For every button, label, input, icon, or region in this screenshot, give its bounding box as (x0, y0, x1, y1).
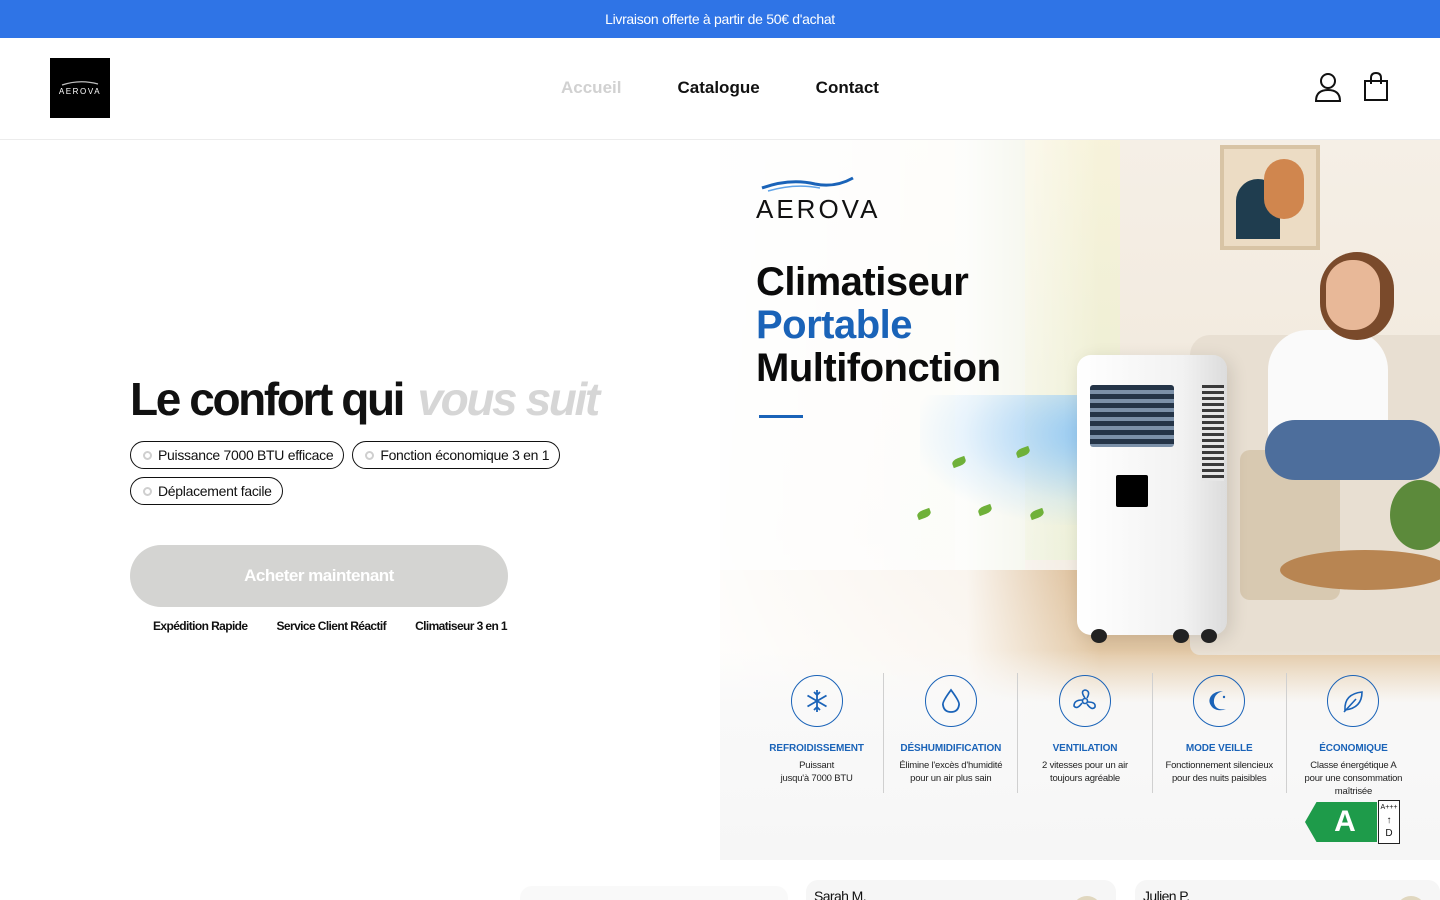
unit-vent (1090, 385, 1174, 447)
feature-pills: Puissance 7000 BTU efficace Fonction éco… (130, 441, 600, 505)
energy-scale: A+++ ↑ D (1378, 800, 1400, 844)
spec-desc: Puissant jusqu'à 7000 BTU (780, 760, 853, 784)
energy-label: A A+++ ↑ D (1305, 800, 1401, 844)
fan-icon (1059, 675, 1111, 727)
bullet-icon (143, 486, 152, 496)
cart-icon[interactable] (1362, 71, 1390, 102)
logo-swoosh-icon (61, 81, 99, 86)
hero-title-accent: vous suit (417, 373, 600, 425)
moon-icon (1193, 675, 1246, 727)
spec-desc: Fonctionnement silencieux pour des nuits … (1165, 760, 1273, 784)
trust-features: Expédition Rapide Service Client Réactif… (130, 619, 530, 633)
spec-row: REFROIDISSEMENT Puissant jusqu'à 7000 BTU… (750, 673, 1420, 797)
coffee-table (1280, 550, 1440, 590)
buy-now-button[interactable]: Acheter maintenant (130, 545, 508, 607)
person-legs (1265, 420, 1440, 480)
logo-text: AEROVA (58, 87, 102, 96)
spec-desc: Élimine l'excès d'humidité pour un air pl… (899, 760, 1003, 784)
reviewer-name: Julien P. (1143, 888, 1190, 900)
brand-wave-icon (761, 176, 854, 192)
bullet-icon (143, 450, 152, 460)
review-card (520, 886, 788, 900)
spec-title: REFROIDISSEMENT (769, 743, 864, 754)
promo-brand-name: AEROVA (756, 194, 881, 224)
site-logo[interactable]: AEROVA (50, 58, 110, 118)
avatar (1396, 896, 1426, 900)
spec-title: MODE VEILLE (1185, 743, 1253, 754)
feature-support: Service Client Réactif (276, 619, 387, 633)
spec-title: ÉCONOMIQUE (1319, 743, 1388, 754)
snowflake-icon (790, 675, 843, 727)
avatar (1072, 896, 1102, 900)
promo-title-line1: Climatiseur (756, 260, 969, 304)
wheel (1173, 629, 1189, 643)
energy-class-arrow: A (1305, 802, 1377, 842)
reviewer-name: Sarah M. (814, 888, 867, 900)
promo-title-line3: Multifonction (756, 346, 1001, 390)
bullet-icon (365, 450, 375, 460)
site-header: AEROVA Accueil Catalogue Contact (0, 38, 1440, 140)
droplet-icon (924, 675, 977, 727)
promo-title: Climatiseur Portable Multifonction (756, 261, 1001, 390)
unit-side-vent (1202, 385, 1224, 481)
feature-pill-label: Fonction économique 3 en 1 (380, 447, 550, 463)
feature-pill: Fonction économique 3 en 1 (352, 441, 561, 469)
feature-pill-label: Puissance 7000 BTU efficace (158, 447, 334, 463)
spec-desc: 2 vitesses pour un air toujours agréable (1042, 760, 1128, 784)
feature-pill: Puissance 7000 BTU efficace (130, 441, 345, 469)
header-actions (1314, 71, 1390, 102)
feature-3in1: Climatiseur 3 en 1 (415, 619, 508, 633)
hero-section: Le confort qui vous suit Puissance 7000 … (0, 140, 720, 860)
spec-sleep: MODE VEILLE Fonctionnement silencieux pou… (1153, 673, 1287, 793)
spec-dehumidify: DÉSHUMIDIFICATION Élimine l'excès d'humi… (884, 673, 1019, 793)
account-icon[interactable] (1314, 72, 1342, 102)
feature-shipping: Expédition Rapide (153, 619, 248, 633)
nav-contact[interactable]: Contact (816, 78, 879, 98)
spec-economic: ÉCONOMIQUE Classe énergétique Apour une … (1287, 673, 1420, 797)
spec-ventilation: VENTILATION 2 vitesses pour un air toujou… (1018, 673, 1153, 793)
air-conditioner-unit (1077, 355, 1227, 643)
review-card: Julien P. (1135, 880, 1440, 900)
wheel (1201, 629, 1217, 643)
product-hero-image: AEROVA Climatiseur Portable Multifonctio… (720, 140, 1440, 860)
promo-divider (759, 415, 803, 418)
hero-title: Le confort qui vous suit (130, 372, 600, 426)
nav-catalogue[interactable]: Catalogue (677, 78, 759, 98)
feature-pill-label: Déplacement facile (158, 483, 272, 499)
promo-brand: AEROVA (756, 174, 896, 225)
reviews-strip: Sarah M. Julien P. (0, 862, 1440, 900)
wheel (1091, 629, 1107, 643)
person-face (1326, 260, 1380, 330)
spec-title: DÉSHUMIDIFICATION (900, 743, 1002, 754)
promo-title-line2: Portable (756, 303, 913, 347)
spec-desc: Classe énergétique Apour une consommatio… (1304, 760, 1403, 797)
review-card: Sarah M. (806, 880, 1116, 900)
hero-title-main: Le confort qui (130, 373, 405, 425)
main-nav: Accueil Catalogue Contact (561, 78, 879, 98)
wall-painting (1220, 145, 1320, 250)
spec-title: VENTILATION (1052, 743, 1118, 754)
leaf-icon (1327, 675, 1380, 727)
feature-pill: Déplacement facile (130, 477, 283, 505)
spec-cooling: REFROIDISSEMENT Puissant jusqu'à 7000 BTU (750, 673, 885, 793)
unit-logo-badge (1116, 475, 1148, 507)
nav-accueil[interactable]: Accueil (561, 78, 621, 98)
announcement-bar: Livraison offerte à partir de 50€ d'acha… (0, 0, 1440, 38)
announcement-text: Livraison offerte à partir de 50€ d'acha… (605, 11, 835, 27)
